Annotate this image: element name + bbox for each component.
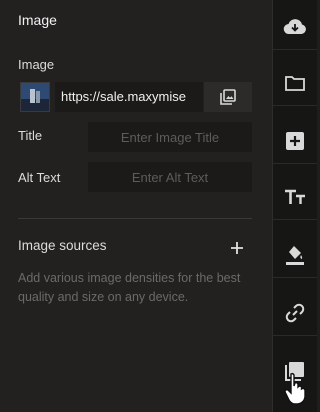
image-thumbnail-picture — [21, 83, 49, 111]
divider — [18, 218, 252, 219]
plus-icon — [231, 242, 243, 254]
cloud-download-icon — [283, 18, 306, 34]
tool-sidebar — [272, 0, 317, 412]
sidebar-item-typography[interactable] — [273, 174, 317, 220]
image-gallery-button[interactable] — [204, 82, 252, 112]
image-crop-icon — [285, 362, 304, 381]
image-sources-label: Image sources — [18, 238, 107, 253]
image-sources-help: Add various image densities for the best… — [18, 271, 241, 304]
paint-bucket-icon — [286, 245, 304, 265]
sidebar-item-image[interactable] — [273, 348, 317, 394]
sidebar-item-download[interactable] — [273, 4, 317, 50]
text-size-icon — [285, 189, 305, 204]
alt-text-input[interactable] — [88, 162, 252, 192]
sidebar-item-folder[interactable] — [273, 60, 317, 106]
title-label: Title — [18, 128, 43, 143]
gallery-icon — [220, 89, 236, 105]
title-input[interactable] — [88, 122, 252, 152]
sidebar-item-link[interactable] — [273, 290, 317, 336]
sidebar-item-add[interactable] — [273, 118, 317, 164]
link-icon — [285, 303, 305, 322]
image-settings-panel: Image Image https://sale.maxymise Title … — [0, 0, 272, 412]
image-url-field[interactable]: https://sale.maxymise — [55, 82, 203, 112]
image-thumbnail[interactable] — [20, 82, 50, 112]
plus-square-icon — [286, 131, 304, 150]
panel-title: Image — [18, 12, 57, 28]
add-image-source-button[interactable] — [227, 238, 247, 258]
alt-text-label: Alt Text — [18, 170, 61, 185]
sidebar-item-fill[interactable] — [273, 232, 317, 278]
image-label: Image — [18, 57, 55, 72]
folder-icon — [285, 75, 305, 91]
